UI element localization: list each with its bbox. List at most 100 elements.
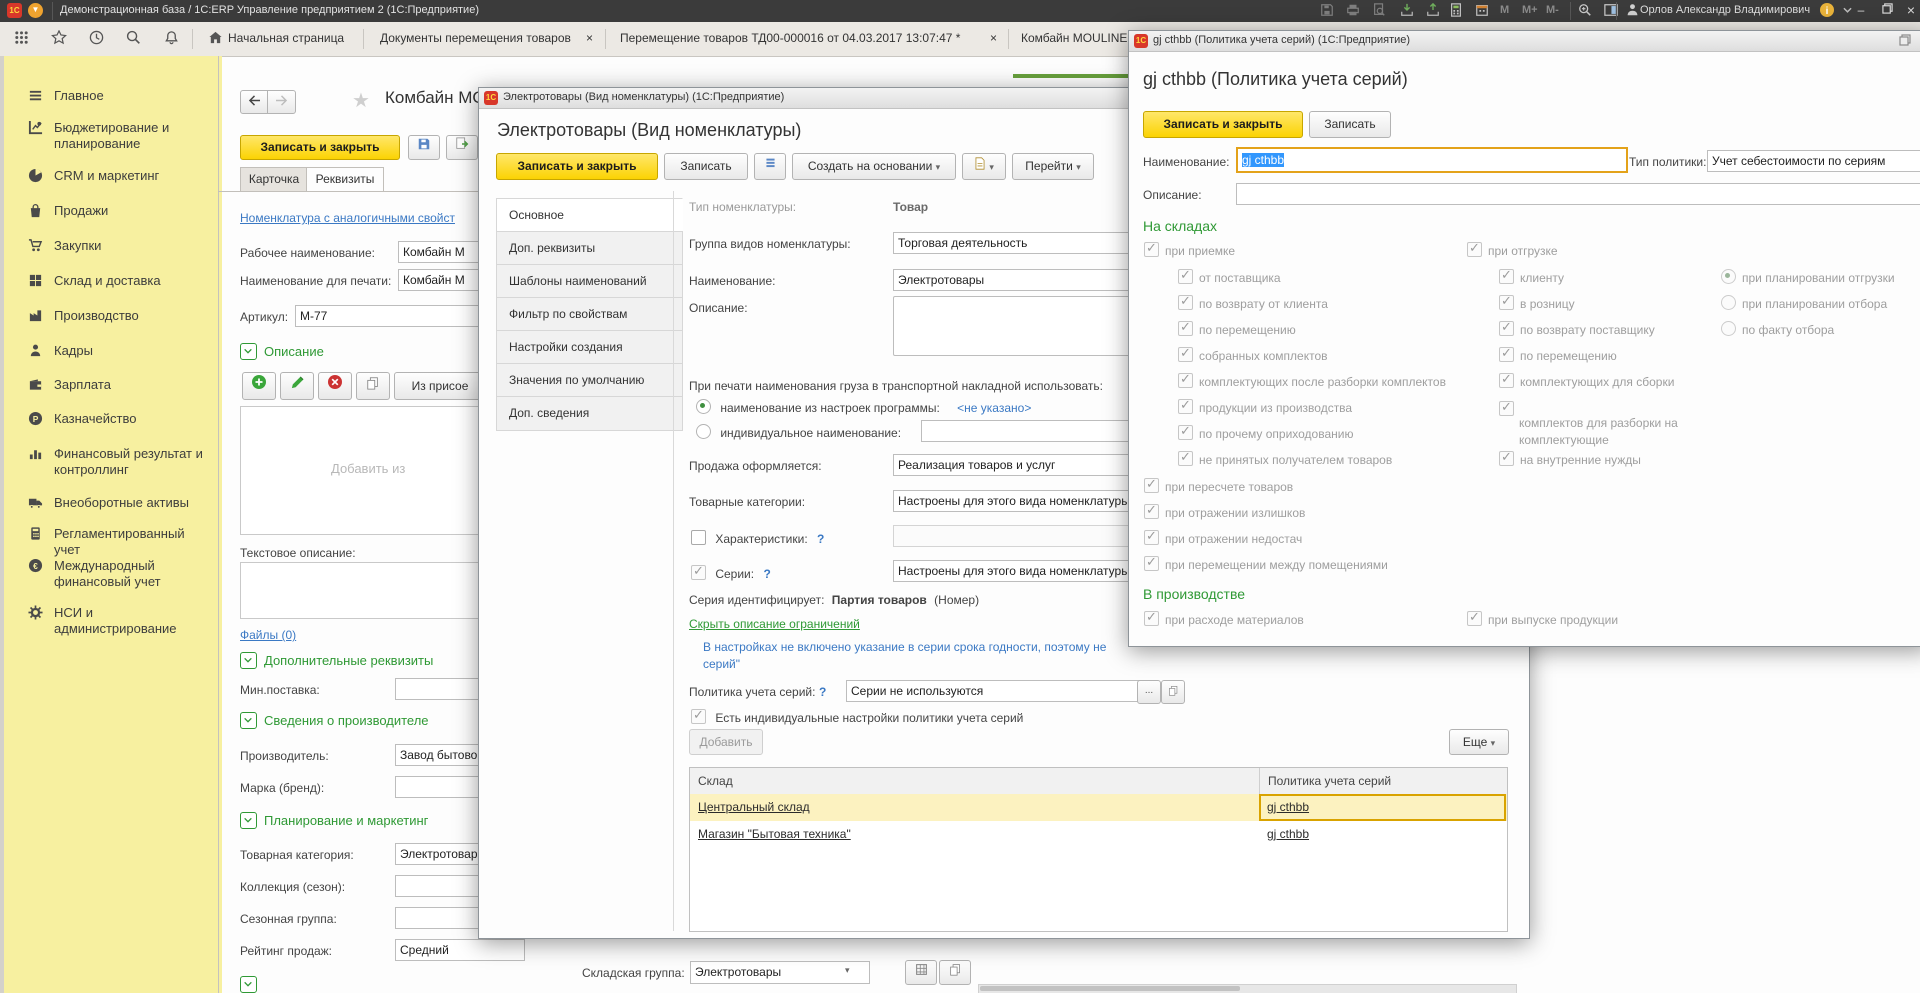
nav-item-creation-settings[interactable]: Настройки создания (496, 330, 683, 365)
files-link[interactable]: Файлы (0) (240, 628, 296, 642)
checkbox-client-return[interactable]: по возврату от клиента (1178, 295, 1328, 311)
attach-import-icon[interactable] (1398, 3, 1416, 19)
save-icon-button[interactable] (408, 135, 440, 160)
checkbox-components-after-disassembly[interactable]: комплектующих после разборки комплектов (1178, 373, 1446, 389)
choose-button[interactable]: ... (1137, 680, 1161, 704)
checkbox-ship-transfer[interactable]: по перемещению (1499, 347, 1617, 363)
tab-item-kombain[interactable]: Комбайн MOULINE (1013, 22, 1128, 55)
nav-back-button[interactable] (240, 90, 269, 114)
calendar-icon[interactable] (1473, 3, 1491, 19)
cell-warehouse[interactable]: Центральный склад (690, 794, 1260, 821)
checkbox-shipment[interactable]: при отгрузке (1467, 242, 1558, 258)
radio-on-picking-fact[interactable]: по факту отбора (1721, 321, 1834, 337)
min-supply-input[interactable] (395, 678, 490, 700)
characteristics-checkbox[interactable]: Характеристики: ? (691, 530, 824, 546)
dropdown-arrow-icon[interactable]: ▾ (845, 965, 850, 976)
checkbox-recount[interactable]: при пересчете товаров (1144, 478, 1293, 494)
tab-home[interactable]: Начальная страница (196, 22, 362, 55)
checkbox-by-transfer[interactable]: по перемещению (1178, 321, 1296, 337)
cell-policy[interactable]: gj cthbb (1259, 794, 1506, 821)
item-image-placeholder[interactable]: Добавить из (240, 406, 486, 535)
sales-rating-input[interactable]: Средний (395, 939, 525, 961)
text-description-textarea[interactable] (240, 562, 486, 619)
table-row[interactable]: Центральный склад gj cthbb (690, 794, 1507, 821)
memory-m-plus-button[interactable]: M+ (1522, 4, 1538, 16)
save-close-button[interactable]: Записать и закрыть (496, 153, 658, 180)
help-icon[interactable]: ? (763, 567, 770, 581)
checkbox-retail[interactable]: в розницу (1499, 295, 1575, 311)
horizontal-scrollbar[interactable] (978, 984, 1517, 993)
checkbox-to-client[interactable]: клиенту (1499, 269, 1564, 285)
nav-forward-button[interactable] (267, 90, 296, 114)
checkbox-not-accepted[interactable]: не принятых получателем товаров (1178, 451, 1392, 467)
favorites-star-icon[interactable] (48, 30, 70, 48)
series-checkbox[interactable]: Серии: ? (691, 565, 771, 581)
current-user[interactable]: Орлов Александр Владимирович (1640, 4, 1810, 16)
column-header-policy[interactable]: Политика учета серий (1260, 768, 1508, 794)
show-in-list-icon-button[interactable] (754, 153, 786, 180)
checkbox-production-output[interactable]: продукции из производства (1178, 399, 1352, 415)
save-icon[interactable] (1318, 3, 1336, 19)
save-button[interactable]: Записать (1309, 111, 1391, 138)
tab-close-icon[interactable]: × (586, 31, 593, 45)
nav-item-property-filter[interactable]: Фильтр по свойствам (496, 297, 683, 332)
minimize-button[interactable]: – (1850, 2, 1872, 20)
radio-on-picking-planning[interactable]: при планировании отбора (1721, 295, 1887, 311)
reports-icon-button[interactable]: ▾ (962, 153, 1006, 180)
checkbox-assembled-kits[interactable]: собранных комплектов (1178, 347, 1328, 363)
checkbox-internal-needs[interactable]: на внутренние нужды (1499, 451, 1641, 467)
open-value-icon-button[interactable] (1161, 680, 1185, 704)
memory-m-minus-button[interactable]: M- (1546, 4, 1559, 16)
preview-icon[interactable] (1370, 3, 1388, 19)
checkbox-surplus[interactable]: при отражении излишков (1144, 504, 1305, 520)
nav-item-main[interactable]: Основное (496, 198, 683, 233)
checkbox-other-receipt[interactable]: по прочему оприходованию (1178, 425, 1353, 441)
tab-props[interactable]: Реквизиты (306, 167, 384, 192)
save-variant-icon-button[interactable] (446, 135, 478, 160)
goto-button[interactable]: Перейти ▾ (1012, 153, 1094, 180)
split-view-icon[interactable] (1602, 3, 1620, 19)
nav-item-default-values[interactable]: Значения по умолчанию (496, 363, 683, 398)
create-based-on-button[interactable]: Создать на основании ▾ (792, 153, 956, 180)
checkbox-material-consumption[interactable]: при расходе материалов (1144, 611, 1304, 627)
radio-individual-name[interactable]: индивидуальное наименование: (696, 424, 901, 440)
tab-transfer-documents[interactable]: Документы перемещения товаров × (368, 22, 604, 55)
from-attached-button[interactable]: Из присое (394, 372, 486, 400)
article-input[interactable]: М-77 (295, 305, 480, 327)
checkbox-kits-for-disassembly[interactable]: комплектов для разборки на комплектующие (1499, 399, 1761, 449)
copy-value-button[interactable] (939, 960, 971, 985)
checkbox-supplier-return[interactable]: по возврату поставщику (1499, 321, 1655, 337)
restore-button[interactable] (1876, 2, 1898, 20)
save-button[interactable]: Записать (664, 153, 748, 180)
table-row[interactable]: Магазин "Бытовая техника" gj cthbb (690, 821, 1507, 848)
attach-export-icon[interactable] (1424, 3, 1442, 19)
cell-policy[interactable]: gj cthbb (1259, 821, 1506, 848)
delete-image-button[interactable] (318, 372, 352, 400)
grid-settings-button[interactable] (905, 960, 937, 985)
checkbox-components-for-assembly[interactable]: комплектующих для сборки (1499, 373, 1674, 389)
column-header-warehouse[interactable]: Склад (690, 768, 1260, 794)
series-policy-input[interactable]: Серии не используются (846, 680, 1141, 702)
help-icon[interactable]: ? (817, 532, 824, 546)
apps-grid-icon[interactable] (10, 30, 32, 48)
calculator-icon[interactable] (1447, 3, 1465, 19)
save-close-button[interactable]: Записать и закрыть (240, 135, 400, 160)
history-icon[interactable] (85, 30, 107, 48)
name-input-focused[interactable]: gj cthbb (1236, 147, 1628, 173)
tab-close-icon[interactable]: × (990, 31, 997, 45)
hide-restrictions-link[interactable]: Скрыть описание ограничений (689, 617, 860, 631)
not-specified-link[interactable]: <не указано> (957, 401, 1031, 415)
individual-policy-checkbox[interactable]: Есть индивидуальные настройки политики у… (691, 709, 1023, 725)
window-restore-icon[interactable] (1899, 34, 1911, 49)
warehouse-link[interactable]: Центральный склад (698, 800, 810, 814)
checkbox-between-premises[interactable]: при перемещении между помещениями (1144, 556, 1388, 572)
checkbox-from-supplier[interactable]: от поставщика (1178, 269, 1281, 285)
more-button[interactable]: Еще ▾ (1449, 729, 1509, 755)
nav-item-name-templates[interactable]: Шаблоны наименований (496, 264, 683, 299)
add-row-button[interactable]: Добавить (689, 729, 763, 755)
notifications-bell-icon[interactable] (160, 30, 182, 48)
checkbox-product-output[interactable]: при выпуске продукции (1467, 611, 1618, 627)
warehouse-group-input[interactable]: Электротовары (690, 961, 870, 984)
memory-m-button[interactable]: M (1500, 4, 1509, 16)
modal-titlebar[interactable]: 1С gj cthbb (Политика учета серий) (1С:П… (1129, 31, 1920, 52)
